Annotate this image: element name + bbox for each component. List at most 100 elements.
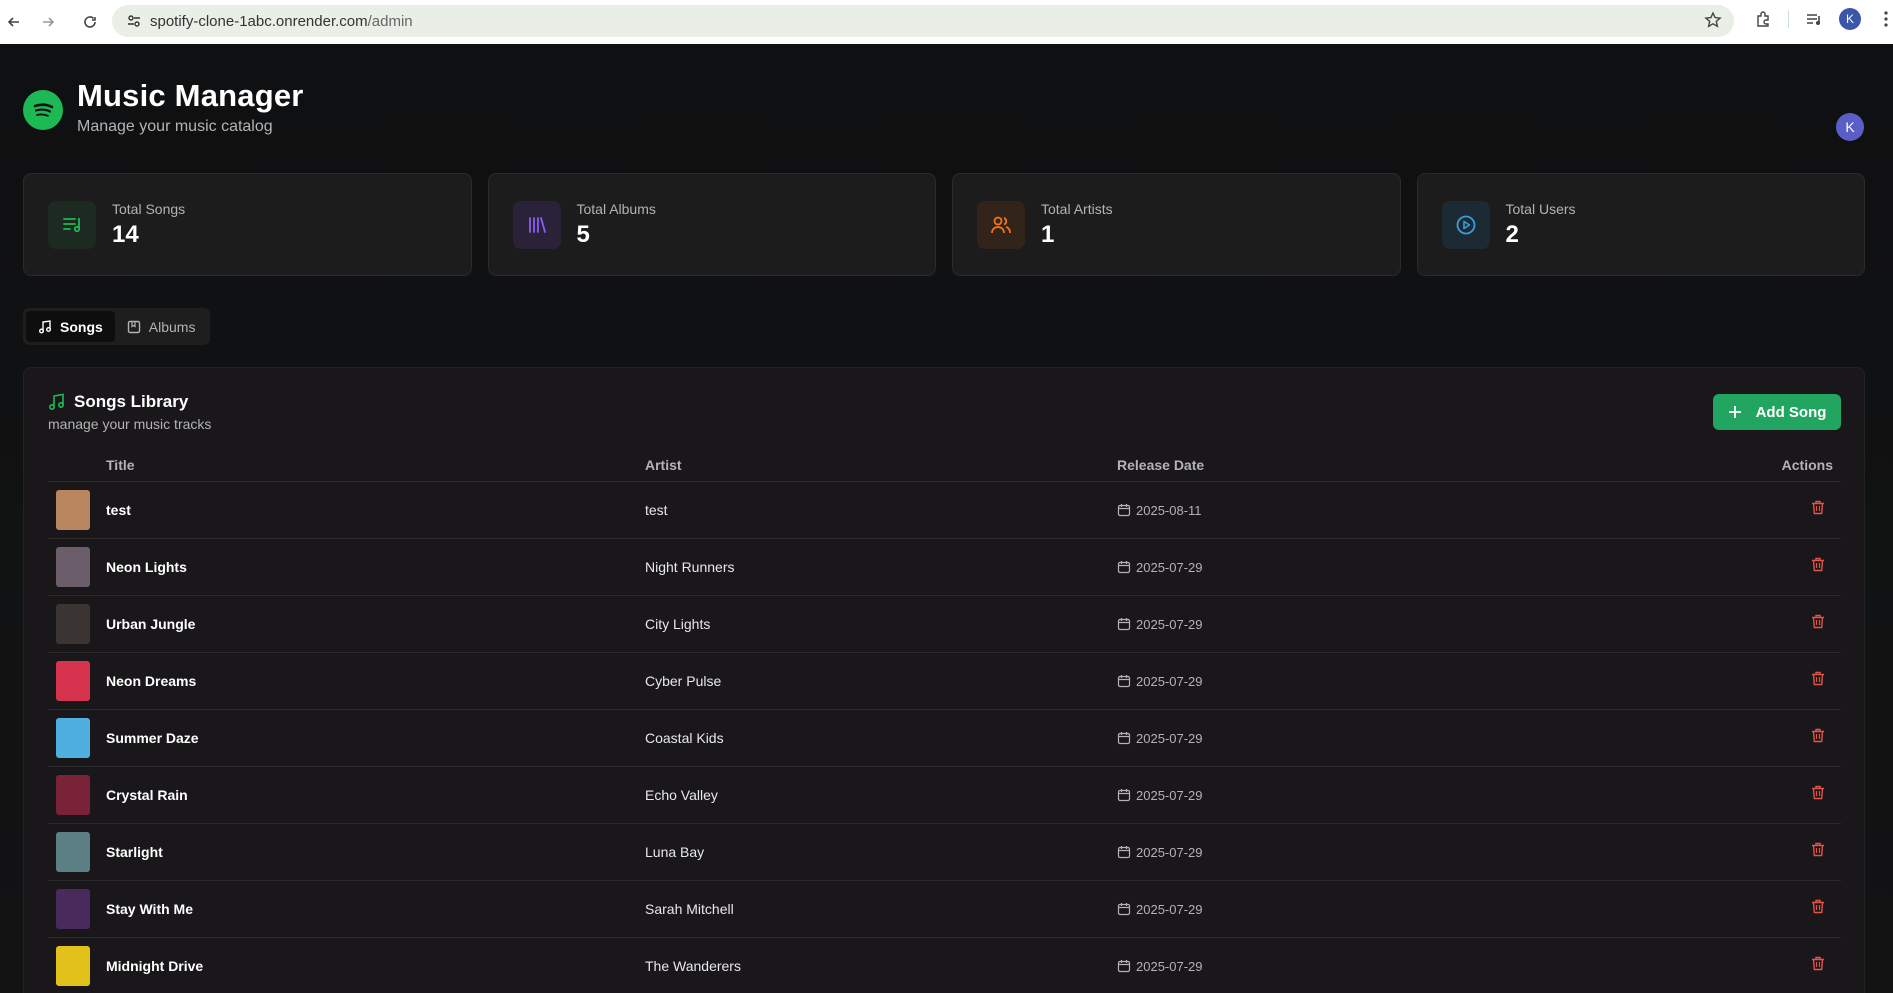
table-row[interactable]: Starlight Luna Bay 2025-07-29 [48, 824, 1841, 881]
song-cover-image [56, 832, 90, 872]
table-row[interactable]: Crystal Rain Echo Valley 2025-07-29 [48, 767, 1841, 824]
stat-card-users: Total Users 2 [1416, 173, 1865, 276]
stat-value: 2 [1505, 220, 1519, 248]
song-cover-image [56, 604, 90, 644]
library-subtitle: manage your music tracks [48, 416, 212, 432]
delete-song-button[interactable] [1811, 785, 1825, 805]
release-date: 2025-07-29 [1136, 787, 1203, 803]
actions-cell [1741, 842, 1841, 862]
music-icon [39, 319, 51, 333]
user-avatar[interactable]: K [1836, 113, 1864, 141]
delete-song-button[interactable] [1811, 842, 1825, 862]
song-title: Midnight Drive [106, 958, 204, 974]
song-artist: test [645, 502, 668, 518]
song-artist: Sarah Mitchell [645, 901, 734, 917]
table-row[interactable]: Midnight Drive The Wanderers 2025-07-29 [48, 938, 1841, 993]
trash-icon [1812, 785, 1824, 800]
release-date: 2025-08-11 [1136, 502, 1202, 518]
browser-profile-avatar[interactable]: K [1839, 8, 1861, 30]
stat-value: 14 [112, 220, 139, 248]
release-date-cell: 2025-07-29 [1117, 617, 1741, 632]
song-cover-image [56, 490, 90, 530]
trash-icon [1812, 899, 1824, 914]
actions-cell [1741, 557, 1841, 577]
song-artist: City Lights [645, 616, 711, 632]
calendar-icon [1117, 960, 1131, 973]
table-body: test test 2025-08-11 Neon Lights Night R… [48, 482, 1841, 993]
back-icon[interactable] [0, 8, 28, 36]
actions-cell [1741, 671, 1841, 691]
actions-cell [1741, 728, 1841, 748]
actions-cell [1741, 614, 1841, 634]
calendar-icon [1117, 903, 1131, 916]
column-artist: Artist [645, 457, 682, 473]
site-info-icon[interactable] [118, 5, 150, 37]
calendar-icon [1117, 846, 1131, 859]
delete-song-button[interactable] [1811, 899, 1825, 919]
table-row[interactable]: test test 2025-08-11 [48, 482, 1841, 539]
library-title-text: Songs Library [74, 392, 189, 411]
browser-menu-icon[interactable] [1875, 8, 1893, 30]
table-row[interactable]: Neon Lights Night Runners 2025-07-29 [48, 539, 1841, 596]
stat-label: Total Songs [112, 200, 186, 217]
calendar-icon [1117, 789, 1131, 802]
table-row[interactable]: Urban Jungle City Lights 2025-07-29 [48, 596, 1841, 653]
delete-song-button[interactable] [1811, 614, 1825, 634]
song-title: Summer Daze [106, 730, 199, 746]
songs-table: Title Artist Release Date Actions test t… [48, 457, 1841, 993]
tab-songs[interactable]: Songs [26, 311, 115, 342]
bookmark-star-icon[interactable] [1704, 11, 1722, 34]
trash-icon [1812, 614, 1824, 629]
extensions-icon[interactable] [1752, 8, 1774, 30]
table-row[interactable]: Summer Daze Coastal Kids 2025-07-29 [48, 710, 1841, 767]
browser-toolbar: spotify-clone-1abc.onrender.com/admin K [0, 0, 1893, 44]
column-title: Title [106, 457, 135, 473]
thumb-cell [48, 832, 106, 872]
actions-cell [1741, 899, 1841, 919]
calendar-icon [1117, 504, 1131, 517]
trash-icon [1812, 956, 1824, 971]
delete-song-button[interactable] [1811, 956, 1825, 976]
song-cover-image [56, 889, 90, 929]
thumb-cell [48, 946, 106, 986]
reload-icon[interactable] [76, 8, 104, 36]
table-row[interactable]: Stay With Me Sarah Mitchell 2025-07-29 [48, 881, 1841, 938]
url-text: spotify-clone-1abc.onrender.com/admin [150, 12, 413, 30]
add-song-button[interactable]: Add Song [1713, 394, 1841, 430]
actions-cell [1741, 500, 1841, 520]
song-cover-image [56, 775, 90, 815]
media-control-icon[interactable] [1803, 8, 1825, 30]
trash-icon [1812, 728, 1824, 743]
page-title: Music Manager [77, 78, 304, 113]
browser-actions: K [1752, 8, 1893, 30]
release-date-cell: 2025-07-29 [1117, 560, 1741, 575]
app-header: Music Manager Manage your music catalog [23, 78, 304, 136]
address-bar[interactable]: spotify-clone-1abc.onrender.com/admin [112, 5, 1734, 37]
tab-label: Songs [60, 318, 103, 335]
tab-label: Albums [148, 318, 196, 335]
table-row[interactable]: Neon Dreams Cyber Pulse 2025-07-29 [48, 653, 1841, 710]
song-artist: Coastal Kids [645, 730, 724, 746]
stat-value: 1 [1041, 220, 1055, 248]
release-date-cell: 2025-07-29 [1117, 731, 1741, 746]
delete-song-button[interactable] [1811, 671, 1825, 691]
stat-card-songs: Total Songs 14 [23, 173, 472, 276]
actions-cell [1741, 785, 1841, 805]
delete-song-button[interactable] [1811, 728, 1825, 748]
column-actions: Actions [1781, 457, 1833, 473]
tab-albums[interactable]: Albums [115, 311, 208, 342]
release-date: 2025-07-29 [1136, 844, 1203, 860]
thumb-cell [48, 661, 106, 701]
forward-icon[interactable] [34, 8, 62, 36]
song-title: Crystal Rain [106, 787, 188, 803]
song-cover-image [56, 718, 90, 758]
delete-song-button[interactable] [1811, 500, 1825, 520]
list-music-icon [48, 200, 96, 249]
release-date-cell: 2025-07-29 [1117, 845, 1741, 860]
trash-icon [1812, 500, 1824, 515]
stat-card-artists: Total Artists 1 [952, 173, 1401, 276]
plus-icon [1728, 406, 1741, 418]
song-artist: The Wanderers [645, 958, 741, 974]
delete-song-button[interactable] [1811, 557, 1825, 577]
song-title: Starlight [106, 844, 163, 860]
